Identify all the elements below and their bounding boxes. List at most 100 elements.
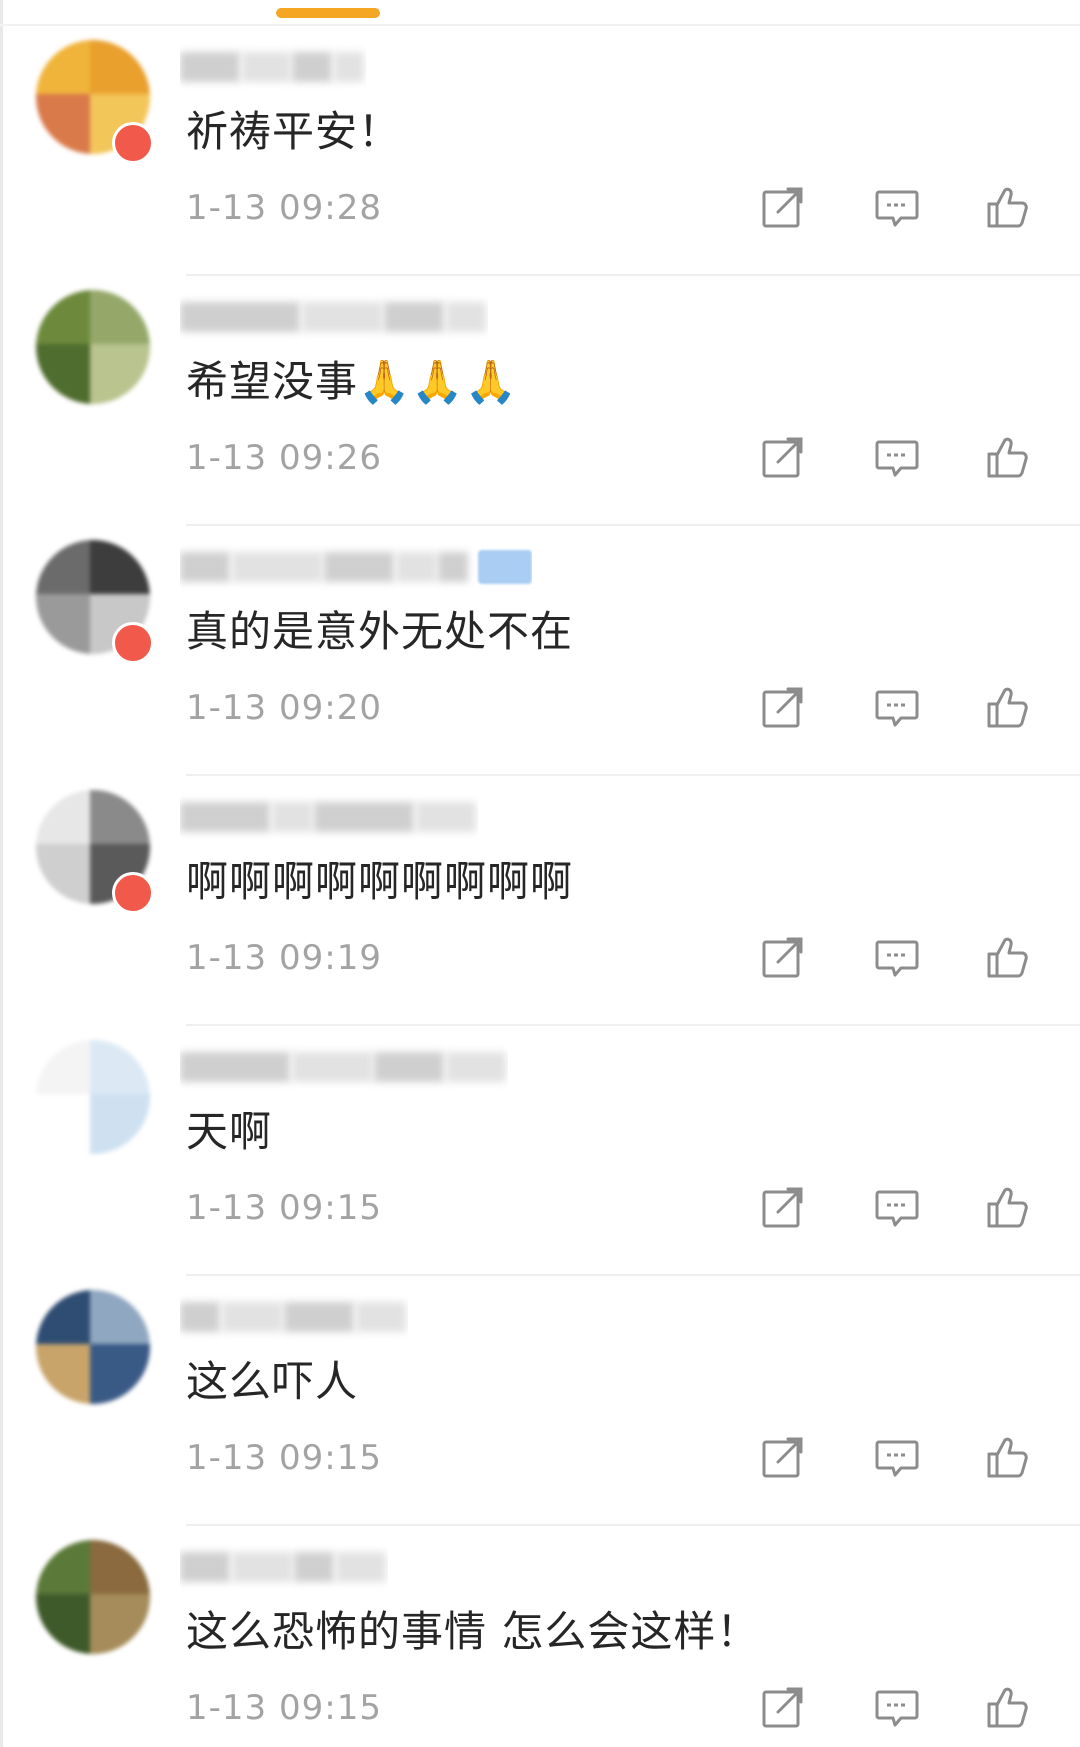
avatar-pixel	[90, 344, 150, 404]
comment-item-3: 真的是意外无处不在 1-13 09:20	[0, 526, 1080, 776]
comment-item-5: 天啊 1-13 09:15	[0, 1026, 1080, 1276]
username-pixel	[232, 1552, 292, 1582]
comment-icon[interactable]	[874, 1184, 920, 1230]
username-pixel	[384, 302, 444, 332]
avatar-pixel	[90, 1094, 150, 1154]
share-icon[interactable]	[760, 1184, 806, 1230]
username-pixel	[302, 302, 382, 332]
like-icon[interactable]	[985, 1434, 1031, 1480]
tab-indicator	[276, 8, 380, 18]
avatar-badge	[112, 122, 154, 164]
share-icon[interactable]	[760, 1434, 806, 1480]
avatar-pixel	[36, 790, 96, 850]
username-pixel	[292, 52, 332, 82]
comment-time: 1-13 09:26	[186, 438, 382, 478]
comment-time: 1-13 09:20	[186, 688, 382, 728]
username-pixel	[356, 1302, 406, 1332]
avatar-pixel	[90, 790, 150, 850]
avatar-badge	[112, 872, 154, 914]
avatar-pixel	[90, 1290, 150, 1350]
share-icon[interactable]	[760, 934, 806, 980]
avatar-pixel	[36, 290, 96, 350]
comment-icon[interactable]	[874, 1434, 920, 1480]
username-pixel	[180, 1552, 230, 1582]
avatar-pixel	[36, 344, 96, 404]
username-pixel	[336, 1552, 386, 1582]
share-icon[interactable]	[760, 184, 806, 230]
avatar-pixel	[36, 94, 96, 154]
comment-time: 1-13 09:15	[186, 1188, 382, 1228]
avatar-pixel	[36, 40, 96, 100]
username-blurred[interactable]	[180, 1542, 388, 1592]
username-pixel	[324, 552, 394, 582]
share-icon[interactable]	[760, 684, 806, 730]
username-blurred[interactable]	[180, 1292, 408, 1342]
share-icon[interactable]	[760, 1684, 806, 1730]
avatar-pixel	[36, 1290, 96, 1350]
avatar[interactable]	[36, 1540, 150, 1654]
username-pixel	[284, 1302, 354, 1332]
avatar-pixel	[90, 1344, 150, 1404]
avatar-pixel	[36, 594, 96, 654]
avatar[interactable]	[36, 1040, 150, 1154]
comment-time: 1-13 09:19	[186, 938, 382, 978]
username-pixel	[232, 552, 322, 582]
avatar-pixel	[90, 1594, 150, 1654]
like-icon[interactable]	[985, 934, 1031, 980]
comment-item-6: 这么吓人 1-13 09:15	[0, 1276, 1080, 1526]
username-blurred[interactable]	[180, 792, 478, 842]
comment-icon[interactable]	[874, 1684, 920, 1730]
avatar-pixel	[36, 1344, 96, 1404]
avatar-pixel	[90, 40, 150, 100]
share-icon[interactable]	[760, 434, 806, 480]
username-pixel	[438, 552, 468, 582]
comment-text: 啊啊啊啊啊啊啊啊啊	[186, 857, 574, 906]
username-blurred[interactable]	[180, 292, 488, 342]
username-blurred[interactable]	[180, 542, 532, 592]
avatar[interactable]	[36, 1290, 150, 1404]
comment-icon[interactable]	[874, 934, 920, 980]
comment-icon[interactable]	[874, 434, 920, 480]
username-pixel	[334, 52, 364, 82]
like-icon[interactable]	[985, 184, 1031, 230]
like-icon[interactable]	[985, 1684, 1031, 1730]
username-pixel	[242, 52, 290, 82]
username-pixel	[446, 302, 486, 332]
comment-text: 希望没事🙏🙏🙏	[186, 357, 518, 406]
avatar-pixel	[36, 540, 96, 600]
username-pixel	[180, 302, 300, 332]
avatar-pixel	[36, 1540, 96, 1600]
avatar-pixel	[90, 1540, 150, 1600]
comment-text: 这么恐怖的事情 怎么会这样！	[186, 1607, 760, 1656]
comment-text: 天啊	[186, 1107, 273, 1156]
avatar[interactable]	[36, 290, 150, 404]
username-pixel	[222, 1302, 282, 1332]
username-blurred[interactable]	[180, 1042, 508, 1092]
comment-icon[interactable]	[874, 184, 920, 230]
comment-screen: 祈祷平安！ 1-13 09:28 希望没事🙏🙏🙏 1-13 09:26 真的是意…	[0, 0, 1080, 1747]
username-pixel	[180, 802, 270, 832]
username-pixel	[180, 52, 240, 82]
comment-item-1: 祈祷平安！ 1-13 09:28	[0, 26, 1080, 276]
like-icon[interactable]	[985, 1184, 1031, 1230]
avatar-pixel	[90, 290, 150, 350]
username-blurred[interactable]	[180, 42, 366, 92]
username-pixel	[180, 552, 230, 582]
comment-list: 祈祷平安！ 1-13 09:28 希望没事🙏🙏🙏 1-13 09:26 真的是意…	[0, 26, 1080, 1747]
comment-time: 1-13 09:15	[186, 1438, 382, 1478]
like-icon[interactable]	[985, 434, 1031, 480]
username-pixel	[416, 802, 476, 832]
avatar-pixel	[90, 540, 150, 600]
username-pixel	[396, 552, 436, 582]
username-pixel	[272, 802, 312, 832]
comment-icon[interactable]	[874, 684, 920, 730]
avatar-pixel	[36, 844, 96, 904]
username-pixel	[180, 1052, 290, 1082]
username-pixel	[374, 1052, 444, 1082]
like-icon[interactable]	[985, 684, 1031, 730]
comment-text: 祈祷平安！	[186, 107, 402, 156]
avatar-pixel	[90, 1040, 150, 1100]
username-pixel	[294, 1552, 334, 1582]
comment-item-4: 啊啊啊啊啊啊啊啊啊 1-13 09:19	[0, 776, 1080, 1026]
username-pixel	[446, 1052, 506, 1082]
